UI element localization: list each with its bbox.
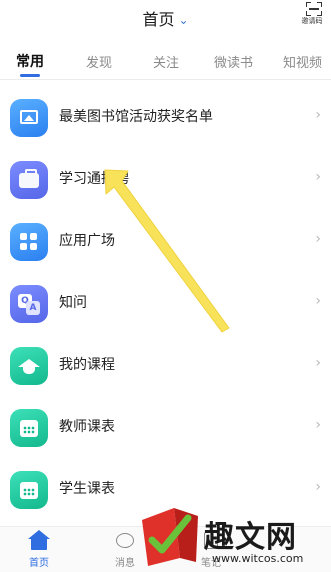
chevron-right-icon: › [315,479,321,495]
briefcase-icon [10,161,48,199]
tab-micro-reading[interactable]: 微读书 [214,52,253,71]
chevron-right-icon: › [315,107,321,123]
scan-icon [306,2,322,16]
watermark-url: www.witcos.com [212,552,304,565]
tab-common[interactable]: 常用 [16,51,44,71]
home-icon [28,530,50,550]
list-item-label: 学习通招聘 [59,171,129,187]
chevron-right-icon: › [315,417,321,433]
invite-code-button[interactable]: 邀请码 [302,2,325,26]
page-title-dropdown[interactable]: 首页 ⌄ [0,6,331,30]
chevron-right-icon: › [315,169,321,185]
chevron-right-icon: › [315,355,321,371]
top-header: 首页 ⌄ 邀请码 [0,0,331,36]
list-item-my-courses[interactable]: 我的课程 › [0,340,331,402]
invite-code-label: 邀请码 [301,17,323,25]
watermark: 趣文网 www.witcos.com [140,506,331,572]
nav-home-label: 首页 [29,558,49,569]
list-item-label: 教师课表 [59,419,115,435]
picture-icon [10,99,48,137]
page-title: 首页 [142,10,175,29]
list-item-label: 我的课程 [59,357,115,373]
calendar-icon [10,471,48,509]
list-item-label: 最美图书馆活动获奖名单 [59,109,213,125]
qa-icon: QA [10,285,48,323]
watermark-logo-icon [142,508,198,566]
chevron-right-icon: › [315,293,321,309]
calendar-icon [10,409,48,447]
nav-home[interactable]: 首页 [14,530,64,569]
list-item-label: 知问 [59,295,87,311]
list-item-teacher-schedule[interactable]: 教师课表 › [0,402,331,464]
list-item-label: 应用广场 [59,233,115,249]
list-item-library-awards[interactable]: 最美图书馆活动获奖名单 › [0,92,331,154]
list-item-recruitment[interactable]: 学习通招聘 › [0,154,331,216]
tab-discover[interactable]: 发现 [86,52,112,71]
grid-icon [10,223,48,261]
message-icon [116,533,134,548]
chevron-right-icon: › [315,231,321,247]
active-tab-indicator [20,74,40,77]
list-item-label: 学生课表 [59,481,115,497]
list-item-app-square[interactable]: 应用广场 › [0,216,331,278]
watermark-text: 趣文网 [204,520,297,555]
list-item-zhiwen[interactable]: QA 知问 › [0,278,331,340]
graduation-cap-icon [10,347,48,385]
chevron-down-icon: ⌄ [178,13,189,27]
tab-knowledge-video[interactable]: 知视频 [283,52,322,71]
tab-follow[interactable]: 关注 [153,52,179,71]
tab-bar: 常用 发现 关注 微读书 知视频 [0,44,331,80]
